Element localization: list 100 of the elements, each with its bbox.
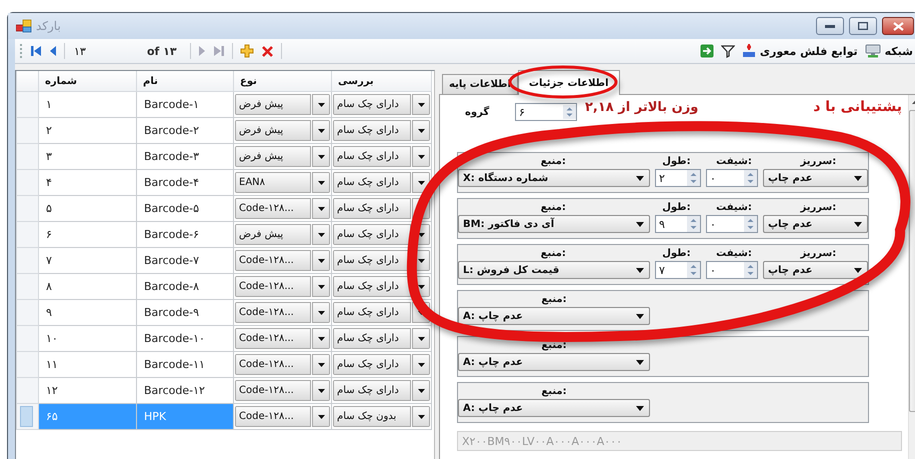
table-cell: Barcode-۳ — [136, 144, 234, 170]
caret-icon — [318, 388, 324, 392]
row-header — [16, 71, 38, 92]
network-button[interactable]: شبکه — [864, 44, 913, 58]
position-field[interactable]: ۱۳ — [72, 44, 114, 58]
overflow-dropdown[interactable]: عدم چاپ — [763, 169, 868, 187]
overflow-dropdown[interactable]: عدم چاپ — [763, 261, 868, 279]
caret-icon — [318, 154, 324, 158]
grid-row[interactable]: ۱۱ Barcode-۱۱ Code-۱۲۸... دارای چک سام — [16, 352, 432, 378]
table-cell: ۹ — [38, 300, 136, 326]
overflow-label: سرریز: — [799, 248, 838, 259]
caret-icon — [318, 284, 324, 288]
network-computer-icon — [864, 44, 881, 58]
caret-icon — [854, 222, 862, 226]
column-header[interactable]: بررسی — [332, 71, 432, 92]
source-dropdown[interactable]: A: عدم چاپ — [458, 399, 650, 417]
shift-spinner[interactable]: ۰ — [706, 169, 758, 187]
table-cell: ۵ — [38, 196, 136, 222]
delete-icon[interactable] — [261, 44, 274, 58]
caret-icon — [418, 284, 424, 288]
overflow-dropdown[interactable]: عدم چاپ — [763, 215, 868, 233]
caret-icon — [854, 268, 862, 272]
source-dropdown[interactable]: A: عدم چاپ — [458, 353, 650, 371]
caret-icon — [418, 258, 424, 262]
length-spinner[interactable]: ۹ — [655, 215, 701, 233]
table-cell: Barcode-۵ — [136, 196, 234, 222]
grid-row[interactable]: ۷ Barcode-۷ Code-۱۲۸... دارای چک سام — [16, 248, 432, 274]
shift-label: شیفت: — [715, 248, 753, 259]
table-cell: Barcode-۹ — [136, 300, 234, 326]
column-header[interactable]: نوع — [234, 71, 332, 92]
column-header[interactable]: نام — [136, 71, 234, 92]
caret-icon — [318, 102, 324, 106]
spin-arrows-icon — [744, 216, 757, 232]
caret-icon — [418, 388, 424, 392]
caret-icon — [318, 336, 324, 340]
source-label: منبع: — [540, 294, 568, 305]
table-cell: ۱۰ — [38, 326, 136, 352]
grid-row[interactable]: ۹ Barcode-۹ Code-۱۲۸... دارای چک سام — [16, 300, 432, 326]
add-icon[interactable] — [240, 44, 254, 58]
length-label: طول: — [661, 202, 692, 213]
grid-row[interactable]: ۴ Barcode-۴ EAN۸ دارای چک سام — [16, 170, 432, 196]
caret-icon — [636, 406, 644, 410]
table-cell: Barcode-۲ — [136, 118, 234, 144]
grid-row[interactable]: ۳ Barcode-۳ پیش فرض دارای چک سام — [16, 144, 432, 170]
maximize-icon — [858, 22, 868, 30]
table-cell: ۸ — [38, 274, 136, 300]
caret-icon — [418, 310, 424, 314]
table-cell: ۶ — [38, 222, 136, 248]
caret-icon — [318, 310, 324, 314]
shift-spinner[interactable]: ۰ — [706, 215, 758, 233]
caret-icon — [636, 222, 644, 226]
grid-row[interactable]: ۶ Barcode-۶ پیش فرض دارای چک سام — [16, 222, 432, 248]
caret-icon — [318, 128, 324, 132]
table-cell: Barcode-۱ — [136, 92, 234, 118]
table-cell: ۶۵ — [38, 404, 136, 430]
grid-row[interactable]: ۸ Barcode-۸ Code-۱۲۸... دارای چک سام — [16, 274, 432, 300]
caret-icon — [418, 232, 424, 236]
table-cell: ۲ — [38, 118, 136, 144]
spin-arrows-icon — [687, 216, 700, 232]
source-dropdown[interactable]: X: شماره دستگاه — [458, 169, 650, 187]
length-label: طول: — [661, 248, 692, 259]
flash-functions-button[interactable]: توابع فلش معوری — [742, 44, 858, 58]
first-record-icon[interactable] — [30, 45, 42, 57]
group-spinner[interactable]: ۶ — [515, 103, 577, 121]
table-cell: Barcode-۶ — [136, 222, 234, 248]
spin-arrows-icon — [687, 262, 700, 278]
source-dropdown[interactable]: L: قیمت کل فروش — [458, 261, 650, 279]
grid-row[interactable]: ۱۲ Barcode-۱۲ Code-۱۲۸... دارای چک سام — [16, 378, 432, 404]
close-button[interactable] — [882, 17, 914, 35]
overflow-label: سرریز: — [799, 202, 838, 213]
source-label: منبع: — [540, 386, 568, 397]
close-icon — [892, 22, 904, 30]
length-spinner[interactable]: ۲ — [655, 169, 701, 187]
table-cell: HPK — [136, 404, 234, 430]
source-label: منبع: — [540, 202, 567, 213]
shift-label: شیفت: — [715, 156, 753, 167]
grid-row[interactable]: ۱۰ Barcode-۱۰ Code-۱۲۸... دارای چک سام — [16, 326, 432, 352]
caret-icon — [318, 258, 324, 262]
grid-row[interactable]: ۵ Barcode-۵ Code-۱۲۸... دارای چک سام — [16, 196, 432, 222]
export-icon[interactable] — [700, 44, 714, 58]
grid-row[interactable]: ۲ Barcode-۲ پیش فرض دارای چک سام — [16, 118, 432, 144]
grid-row[interactable]: ۱ Barcode-۱ پیش فرض دارای چک سام — [16, 92, 432, 118]
column-header[interactable]: شماره — [38, 71, 136, 92]
caret-icon — [854, 176, 862, 180]
maximize-button[interactable] — [849, 17, 877, 35]
shift-label: شیفت: — [715, 202, 753, 213]
minimize-button[interactable] — [816, 17, 844, 35]
caret-icon — [636, 360, 644, 364]
caret-icon — [418, 154, 424, 158]
caret-icon — [418, 180, 424, 184]
source-dropdown[interactable]: BM: آی دی فاکتور — [458, 215, 650, 233]
shift-spinner[interactable]: ۰ — [706, 261, 758, 279]
length-spinner[interactable]: ۷ — [655, 261, 701, 279]
table-cell: ۱ — [38, 92, 136, 118]
previous-record-icon[interactable] — [49, 45, 57, 57]
tab[interactable]: اطلاعات پایه — [442, 74, 518, 94]
length-label: طول: — [661, 156, 692, 167]
table-cell: ۱۱ — [38, 352, 136, 378]
filter-icon[interactable] — [720, 44, 735, 58]
source-dropdown[interactable]: A: عدم چاپ — [458, 307, 650, 325]
